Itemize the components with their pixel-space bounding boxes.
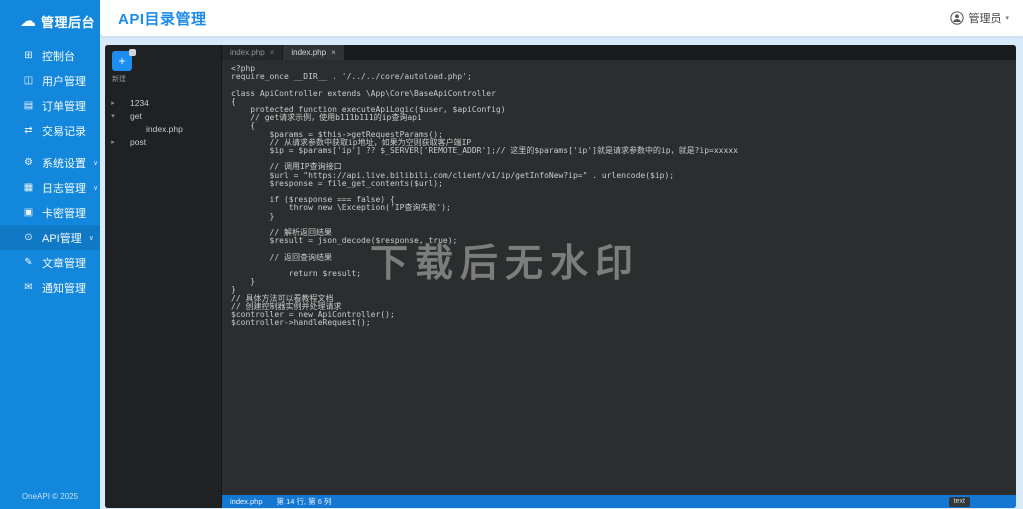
sidebar-footer: OneAPI © 2025 <box>21 492 79 501</box>
tree-node-1234[interactable]: ▸ 1234 <box>105 96 221 109</box>
sidebar-item-label: 订单管理 <box>42 100 86 113</box>
page-title: API目录管理 <box>118 10 207 28</box>
editor-tab-1[interactable]: index.php × <box>283 45 344 60</box>
tree-node-label: get <box>130 110 142 121</box>
sidebar-item-label: 通知管理 <box>42 282 86 295</box>
settings-icon: ⚙ <box>24 157 33 168</box>
sidebar-item-label: 日志管理 <box>42 182 86 195</box>
app-logo: ☁ 管理后台 <box>0 0 100 43</box>
chevron-down-icon: ∨ <box>93 159 99 167</box>
topbar: API目录管理 管理员 ▾ <box>100 0 1023 36</box>
cloud-icon: ☁ <box>20 12 36 30</box>
status-filename: index.php <box>230 497 263 506</box>
file-tree: ▸ 1234 ▾ get index.php ▸ post <box>105 96 221 148</box>
tree-node-label: index.php <box>146 123 183 134</box>
transactions-icon: ⇄ <box>24 125 33 136</box>
tree-node-index-php[interactable]: index.php <box>105 122 221 135</box>
orders-icon: ▤ <box>23 100 34 111</box>
editor-tab-0[interactable]: index.php × <box>222 45 283 60</box>
code-content[interactable]: <?php require_once __DIR__ . '/../../cor… <box>222 60 1016 328</box>
tab-label: index.php <box>230 48 265 57</box>
sidebar-item-label: API管理 <box>42 232 82 245</box>
articles-icon: ✎ <box>24 257 33 268</box>
tab-label: index.php <box>291 48 327 57</box>
caret-down-icon: ▾ <box>1005 15 1009 22</box>
sidebar-item-settings[interactable]: ⚙ 系统设置 ∨ <box>0 150 100 175</box>
user-menu[interactable]: 管理员 ▾ <box>950 10 1009 26</box>
tab-bar: index.php × index.php × <box>222 45 1016 60</box>
tree-node-get[interactable]: ▾ get <box>105 109 221 122</box>
users-icon: ◫ <box>23 75 34 86</box>
code-area[interactable]: <?php require_once __DIR__ . '/../../cor… <box>222 60 1016 495</box>
sidebar-item-label: 文章管理 <box>42 257 86 270</box>
workspace: + 新建 ▸ 1234 ▾ get index.php ▸ post index.php × i… <box>100 36 1023 509</box>
dashboard-icon: ⊞ <box>24 50 33 61</box>
sidebar-item-users[interactable]: ◫ 用户管理 <box>0 68 100 93</box>
editor-main: index.php × index.php × <?php require_once … <box>222 45 1016 508</box>
close-icon[interactable]: × <box>270 48 275 57</box>
app-title: 管理后台 <box>41 15 96 30</box>
sidebar-item-label: 控制台 <box>42 50 75 63</box>
sidebar-item-label: 用户管理 <box>42 75 86 88</box>
api-icon: ⊙ <box>24 232 33 243</box>
tree-node-post[interactable]: ▸ post <box>105 135 221 148</box>
sidebar-item-notifications[interactable]: ✉ 通知管理 <box>0 275 100 300</box>
sidebar-item-cards[interactable]: ▣ 卡密管理 <box>0 200 100 225</box>
user-icon <box>950 11 965 25</box>
sidebar-item-label: 卡密管理 <box>42 207 86 220</box>
main-area: API目录管理 管理员 ▾ + 新建 ▸ 1234 ▾ get index.php ▸ po… <box>100 0 1023 509</box>
language-mode-badge[interactable]: text <box>948 496 970 507</box>
new-file-caption: 新建 <box>112 76 126 83</box>
user-name: 管理员 <box>968 13 1002 25</box>
chevron-down-icon: ∨ <box>93 184 99 192</box>
sidebar-item-transactions[interactable]: ⇄ 交易记录 <box>0 118 100 143</box>
sidebar-item-dashboard[interactable]: ⊞ 控制台 <box>0 43 100 68</box>
sidebar-item-logs[interactable]: ▦ 日志管理 ∨ <box>0 175 100 200</box>
chevron-down-icon: ∨ <box>88 234 94 242</box>
sidebar-item-label: 系统设置 <box>42 157 86 170</box>
status-bar: index.php 第 14 行, 第 6 列 text <box>222 495 1016 508</box>
chevron-collapsed-icon[interactable]: ▸ <box>108 138 118 146</box>
tree-node-label: post <box>130 136 147 147</box>
tree-toolbar: + 新建 <box>105 45 221 88</box>
sidebar-item-orders[interactable]: ▤ 订单管理 <box>0 93 100 118</box>
cursor-position: 第 14 行, 第 6 列 <box>276 497 332 506</box>
cards-icon: ▣ <box>23 207 34 218</box>
sidebar: ☁ 管理后台 ⊞ 控制台 ◫ 用户管理 ▤ 订单管理 ⇄ 交易记录 ⚙ 系统设置 ∨ ▦ 日志管理 ∨ ▣ 卡… <box>0 0 100 509</box>
chevron-collapsed-icon[interactable]: ▸ <box>108 99 118 107</box>
sidebar-menu: ⊞ 控制台 ◫ 用户管理 ▤ 订单管理 ⇄ 交易记录 ⚙ 系统设置 ∨ ▦ 日志管理 ∨ ▣ 卡密管理 ⊙ API… <box>0 43 100 300</box>
tree-node-label: 1234 <box>130 97 149 108</box>
chevron-expanded-icon[interactable]: ▾ <box>108 112 118 120</box>
notifications-icon: ✉ <box>24 282 33 293</box>
file-tree-panel: + 新建 ▸ 1234 ▾ get index.php ▸ post <box>105 45 222 508</box>
sidebar-item-api[interactable]: ⊙ API管理 ∨ <box>0 225 100 250</box>
sidebar-item-label: 交易记录 <box>42 125 86 138</box>
logs-icon: ▦ <box>23 182 34 193</box>
badge-icon <box>129 49 136 56</box>
code-editor: + 新建 ▸ 1234 ▾ get index.php ▸ post index.php × i… <box>105 45 1016 508</box>
sidebar-item-articles[interactable]: ✎ 文章管理 <box>0 250 100 275</box>
close-icon[interactable]: × <box>331 48 336 57</box>
